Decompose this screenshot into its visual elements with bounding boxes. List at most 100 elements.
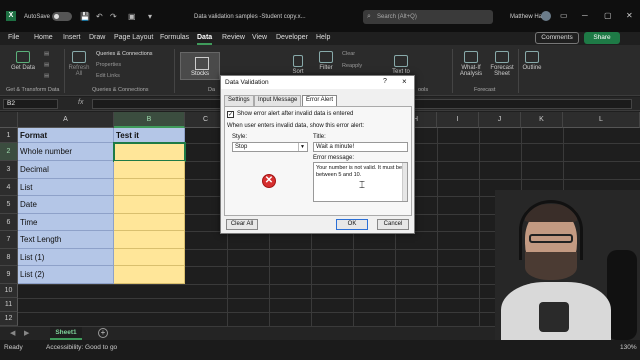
refresh-all-button[interactable]: Refresh All (66, 51, 92, 77)
cell-a5[interactable]: Date (18, 196, 114, 214)
select-all-corner[interactable] (0, 112, 18, 128)
cell-a1[interactable]: Format (18, 128, 114, 143)
cell-a3[interactable]: Decimal (18, 161, 114, 179)
tab-view[interactable]: View (252, 34, 267, 41)
share-button[interactable]: Share (584, 32, 620, 44)
sort-button[interactable]: Sort (288, 55, 308, 75)
tab-developer[interactable]: Developer (276, 34, 308, 41)
outline-button[interactable]: Outline (520, 51, 544, 71)
style-select[interactable]: Stop ▼ (232, 142, 308, 152)
row-header-8[interactable]: 8 (0, 249, 18, 266)
tab-review[interactable]: Review (222, 34, 245, 41)
row-header-12[interactable]: 12 (0, 312, 18, 326)
dialog-close-button[interactable]: × (402, 77, 407, 86)
maximize-icon[interactable]: ▢ (604, 11, 612, 20)
tab-formulas[interactable]: Formulas (160, 34, 189, 41)
column-header-l[interactable]: L (563, 112, 640, 128)
ok-button[interactable]: OK (336, 219, 368, 230)
cell-b5[interactable] (114, 196, 185, 214)
filter-button[interactable]: Filter (314, 51, 338, 71)
sheet-tab-sheet1[interactable]: Sheet1 (50, 327, 82, 340)
tab-data[interactable]: Data (197, 34, 213, 45)
cell-a7[interactable]: Text Length (18, 231, 114, 249)
cell-b1[interactable]: Test it (114, 128, 185, 143)
row-header-2[interactable]: 2 (0, 143, 18, 161)
cell-b3[interactable] (114, 161, 185, 179)
ribbon-display-icon[interactable]: ▭ (560, 11, 568, 20)
tab-input-message[interactable]: Input Message (254, 95, 302, 106)
add-sheet-button[interactable]: + (98, 328, 108, 338)
queries-connections-button[interactable]: Queries & Connections (96, 51, 153, 57)
help-button[interactable]: ? (383, 78, 387, 85)
column-header-a[interactable]: A (18, 112, 114, 128)
show-alert-checkbox[interactable]: ✓ (227, 111, 234, 118)
save-icon[interactable]: 💾 (80, 12, 90, 21)
title-input[interactable]: Wait a minute! (313, 142, 408, 152)
from-table-icon[interactable]: ▤ (44, 73, 49, 79)
column-header-j[interactable]: J (479, 112, 521, 128)
from-text-icon[interactable]: ▤ (44, 51, 49, 57)
cell-b9[interactable] (114, 266, 185, 284)
prev-sheet-icon[interactable]: ◀ (10, 329, 15, 337)
undo-icon[interactable]: ↶ (96, 12, 103, 21)
row-header-9[interactable]: 9 (0, 266, 18, 284)
cell-a6[interactable]: Time (18, 214, 114, 231)
column-header-i[interactable]: I (437, 112, 479, 128)
row-header-10[interactable]: 10 (0, 284, 18, 298)
properties-button[interactable]: Properties (96, 62, 121, 68)
edit-links-button[interactable]: Edit Links (96, 73, 120, 79)
row-header-6[interactable]: 6 (0, 214, 18, 231)
cell-b6[interactable] (114, 214, 185, 231)
cell-b4[interactable] (114, 179, 185, 196)
from-web-icon[interactable]: ▤ (44, 62, 49, 68)
fx-icon[interactable]: fx (78, 99, 83, 106)
quick-access-more-icon[interactable]: ▾ (148, 12, 152, 21)
message-scrollbar[interactable] (402, 163, 407, 201)
row-header-7[interactable]: 7 (0, 231, 18, 249)
title-bar: X AutoSave 💾 ↶ ↷ ▣ ▾ Data validation sam… (0, 0, 640, 32)
cancel-button[interactable]: Cancel (377, 219, 409, 230)
row-header-3[interactable]: 3 (0, 161, 18, 179)
accessibility-status[interactable]: Accessibility: Good to go (46, 344, 117, 351)
row-header-5[interactable]: 5 (0, 196, 18, 214)
row-header-4[interactable]: 4 (0, 179, 18, 196)
row-header-11[interactable]: 11 (0, 298, 18, 312)
cell-b7[interactable] (114, 231, 185, 249)
cell-a4[interactable]: List (18, 179, 114, 196)
tab-draw[interactable]: Draw (89, 34, 105, 41)
redo-icon[interactable]: ↷ (110, 12, 117, 21)
tab-settings[interactable]: Settings (224, 95, 254, 106)
tab-insert[interactable]: Insert (63, 34, 81, 41)
what-if-analysis-button[interactable]: What-If Analysis (456, 51, 486, 77)
next-sheet-icon[interactable]: ▶ (24, 329, 29, 337)
search-box[interactable]: ⌕ Search (Alt+Q) (363, 10, 493, 24)
cell-a2[interactable]: Whole number (18, 143, 114, 161)
zoom-level[interactable]: 130% (620, 344, 637, 351)
forecast-sheet-button[interactable]: Forecast Sheet (488, 51, 516, 77)
clear-filter-button[interactable]: Clear (342, 51, 355, 57)
comments-button[interactable]: Comments (535, 32, 579, 44)
clear-all-button[interactable]: Clear All (226, 219, 258, 230)
avatar[interactable] (541, 11, 551, 21)
close-icon[interactable]: ✕ (626, 11, 633, 20)
stocks-button[interactable]: Stocks (180, 52, 220, 80)
cell-a9[interactable]: List (2) (18, 266, 114, 284)
row-header-1[interactable]: 1 (0, 128, 18, 143)
column-header-k[interactable]: K (521, 112, 563, 128)
cell-b8[interactable] (114, 249, 185, 266)
reapply-button[interactable]: Reapply (342, 63, 362, 69)
minimize-icon[interactable]: ─ (582, 11, 588, 20)
tab-page-layout[interactable]: Page Layout (114, 34, 153, 41)
search-icon: ⌕ (367, 13, 371, 20)
tab-home[interactable]: Home (34, 34, 53, 41)
camera-icon[interactable]: ▣ (128, 12, 136, 21)
text-to-columns-button[interactable]: Text to (386, 55, 416, 75)
tab-file[interactable]: File (8, 34, 19, 41)
name-box[interactable]: B2 (3, 99, 58, 109)
column-header-b[interactable]: B (114, 112, 185, 128)
autosave-toggle[interactable] (52, 12, 72, 21)
cell-b2[interactable] (113, 142, 186, 162)
cell-a8[interactable]: List (1) (18, 249, 114, 266)
get-data-button[interactable]: Get Data (8, 51, 38, 71)
tab-help[interactable]: Help (316, 34, 330, 41)
